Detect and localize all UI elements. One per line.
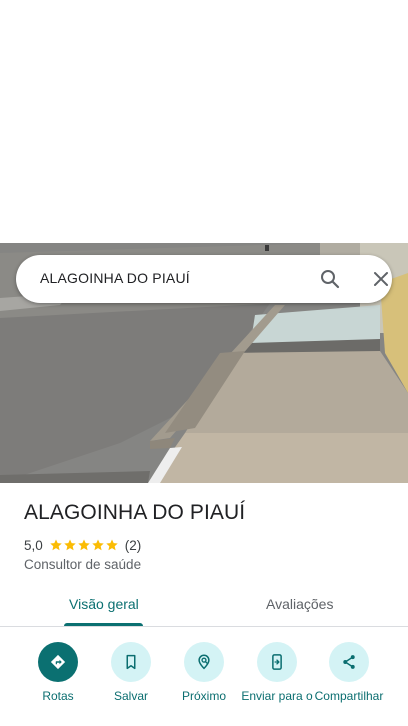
- directions-button[interactable]: Rotas: [20, 642, 96, 703]
- directions-icon: [50, 654, 66, 670]
- search-icon[interactable]: [318, 267, 342, 291]
- nearby-button[interactable]: Próximo: [166, 642, 242, 703]
- star-icon: [92, 539, 104, 551]
- tab-reviews[interactable]: Avaliações: [266, 596, 333, 612]
- tabs-divider: [0, 626, 408, 627]
- directions-label: Rotas: [42, 689, 74, 703]
- review-count[interactable]: (2): [125, 538, 142, 553]
- send-to-phone-icon: [272, 654, 282, 670]
- star-icon: [64, 539, 76, 551]
- nearby-label: Próximo: [181, 689, 226, 703]
- tab-overview[interactable]: Visão geral: [69, 596, 139, 612]
- send-to-phone-button[interactable]: Enviar para o: [239, 642, 315, 703]
- star-rating: [49, 538, 119, 552]
- rating-row[interactable]: 5,0 (2): [24, 536, 141, 554]
- close-icon[interactable]: [369, 267, 393, 291]
- place-category: Consultor de saúde: [24, 557, 142, 572]
- share-circle[interactable]: [329, 642, 369, 682]
- bookmark-icon: [126, 654, 136, 670]
- search-query-text[interactable]: ALAGOINHA DO PIAUÍ: [40, 270, 190, 286]
- save-label: Salvar: [113, 689, 148, 703]
- save-button[interactable]: Salvar: [93, 642, 169, 703]
- nearby-circle[interactable]: [184, 642, 224, 682]
- star-icon: [50, 539, 62, 551]
- share-button[interactable]: Compartilhar: [311, 642, 387, 703]
- send-to-phone-label: Enviar para o: [241, 689, 313, 703]
- rating-value: 5,0: [24, 537, 43, 553]
- share-label: Compartilhar: [314, 689, 384, 703]
- place-details-screen: ALAGOINHA DO PIAUÍ ALAGOINHA DO PIAUÍ 5,…: [0, 0, 408, 726]
- directions-circle[interactable]: [38, 642, 78, 682]
- save-circle[interactable]: [111, 642, 151, 682]
- send-to-phone-circle[interactable]: [257, 642, 297, 682]
- place-title: ALAGOINHA DO PIAUÍ: [24, 501, 246, 524]
- star-icon: [78, 539, 90, 551]
- star-icon: [106, 539, 118, 551]
- search-bar[interactable]: ALAGOINHA DO PIAUÍ: [16, 255, 392, 303]
- nearby-icon: [198, 654, 210, 670]
- share-icon: [343, 655, 355, 669]
